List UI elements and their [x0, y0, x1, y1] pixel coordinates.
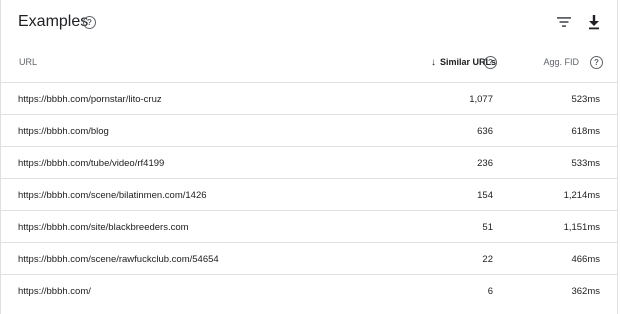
- help-circle-icon[interactable]: ?: [83, 16, 96, 29]
- column-header-url[interactable]: URL: [19, 57, 37, 67]
- agg-fid-cell: 533ms: [571, 158, 600, 169]
- url-cell[interactable]: https://bbbh.com/blog: [18, 126, 109, 137]
- url-cell[interactable]: https://bbbh.com/site/blackbreeders.com: [18, 222, 189, 233]
- table-body: https://bbbh.com/pornstar/lito-cruz 1,07…: [1, 82, 617, 306]
- similar-urls-cell: 1,077: [469, 94, 493, 105]
- table-row[interactable]: https://bbbh.com/site/blackbreeders.com …: [1, 210, 617, 242]
- help-circle-icon[interactable]: ?: [484, 56, 497, 69]
- table-row[interactable]: https://bbbh.com/tube/video/rf4199 236 5…: [1, 146, 617, 178]
- card-title: Examples: [18, 13, 89, 30]
- agg-fid-cell: 523ms: [571, 94, 600, 105]
- table-row[interactable]: https://bbbh.com/scene/rawfuckclub.com/5…: [1, 242, 617, 274]
- url-cell[interactable]: https://bbbh.com/: [18, 286, 91, 297]
- similar-urls-cell: 51: [482, 222, 493, 233]
- column-header-agg-fid[interactable]: Agg. FID: [543, 57, 579, 67]
- table-row[interactable]: https://bbbh.com/blog 636 618ms: [1, 114, 617, 146]
- similar-urls-cell: 6: [487, 286, 493, 297]
- table-row[interactable]: https://bbbh.com/ 6 362ms: [1, 274, 617, 306]
- agg-fid-cell: 1,214ms: [563, 190, 600, 201]
- agg-fid-cell: 466ms: [571, 254, 600, 265]
- arrow-down-icon: ↓: [430, 57, 436, 68]
- table-row[interactable]: https://bbbh.com/pornstar/lito-cruz 1,07…: [1, 82, 617, 114]
- agg-fid-cell: 1,151ms: [563, 222, 600, 233]
- table-row[interactable]: https://bbbh.com/scene/bilatinmen.com/14…: [1, 178, 617, 210]
- filter-icon[interactable]: [554, 12, 574, 32]
- similar-urls-cell: 154: [477, 190, 493, 201]
- similar-urls-cell: 236: [477, 158, 493, 169]
- agg-fid-cell: 362ms: [571, 286, 600, 297]
- help-circle-icon[interactable]: ?: [590, 56, 603, 69]
- similar-urls-cell: 22: [482, 254, 493, 265]
- url-cell[interactable]: https://bbbh.com/scene/rawfuckclub.com/5…: [18, 254, 219, 265]
- agg-fid-cell: 618ms: [571, 126, 600, 137]
- card-header: Examples ?: [1, 0, 617, 46]
- url-cell[interactable]: https://bbbh.com/tube/video/rf4199: [18, 158, 164, 169]
- similar-urls-cell: 636: [477, 126, 493, 137]
- url-cell[interactable]: https://bbbh.com/scene/bilatinmen.com/14…: [18, 190, 207, 201]
- url-cell[interactable]: https://bbbh.com/pornstar/lito-cruz: [18, 94, 162, 105]
- download-icon[interactable]: [584, 12, 604, 32]
- examples-card: Examples ? URL ↓ Similar URLs ? Agg. FID …: [0, 0, 618, 314]
